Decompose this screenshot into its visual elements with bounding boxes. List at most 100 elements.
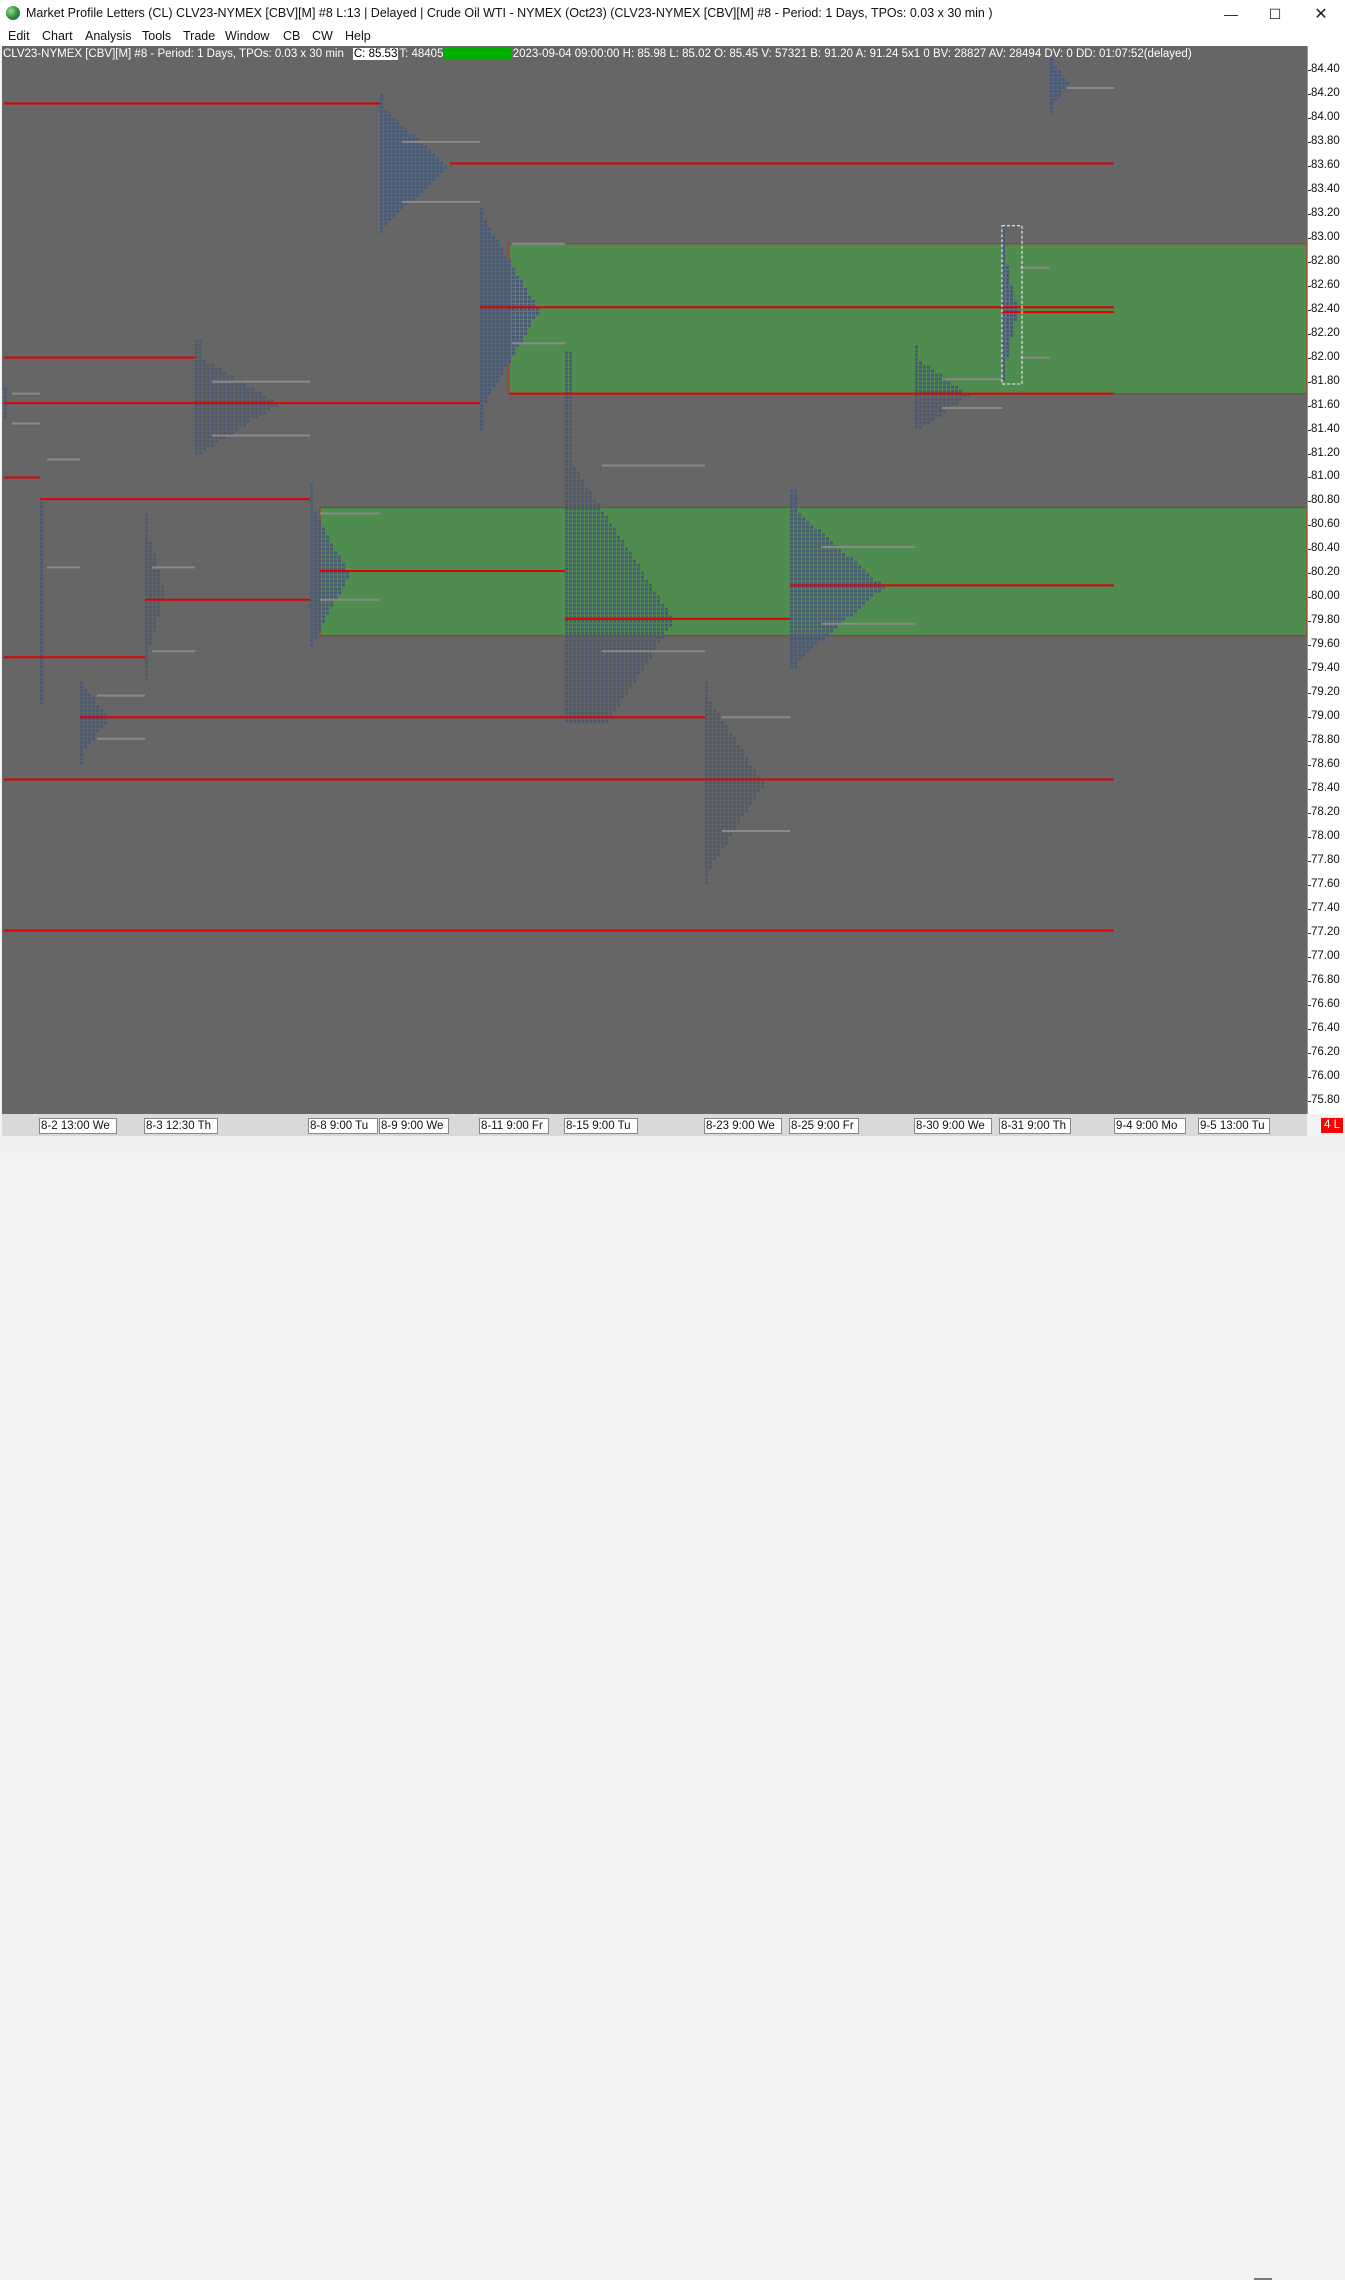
tpo-cell — [310, 543, 313, 547]
tpo-cell — [512, 299, 515, 303]
tpo-cell — [649, 603, 652, 607]
tpo-cell — [593, 591, 596, 595]
tpo-cell — [577, 575, 580, 579]
tpo-profile[interactable] — [195, 339, 278, 455]
minimize-icon[interactable]: — — [1208, 0, 1254, 28]
tpo-cell — [597, 671, 600, 675]
tpo-cell — [625, 603, 628, 607]
tpo-cell — [577, 711, 580, 715]
time-axis[interactable]: 8-2 13:00 We 8-3 12:30 Th 8-8 9:00 Tu 8-9 9… — [2, 1114, 1307, 1136]
tpo-cell — [400, 165, 403, 169]
tpo-cell — [569, 659, 572, 663]
tpo-cell — [923, 413, 926, 417]
tpo-cell — [593, 587, 596, 591]
tpo-cell — [577, 527, 580, 531]
tpo-cell — [935, 389, 938, 393]
tpo-cell — [512, 287, 515, 291]
tpo-profile[interactable] — [40, 501, 43, 705]
tpo-cell — [259, 407, 262, 411]
close-icon[interactable]: ✕ — [1298, 0, 1344, 28]
menu-cb[interactable]: CB — [283, 29, 300, 43]
tpo-cell — [569, 455, 572, 459]
tpo-cell — [721, 841, 724, 845]
tpo-cell — [605, 655, 608, 659]
menu-trade[interactable]: Trade — [183, 29, 215, 43]
tpo-cell — [412, 153, 415, 157]
tpo-cell — [520, 287, 523, 291]
tpo-profile[interactable] — [1050, 58, 1069, 114]
tpo-cell — [822, 629, 825, 633]
tpo-cell — [484, 335, 487, 339]
tpo-cell — [597, 511, 600, 515]
market-profile-chart[interactable] — [2, 46, 1307, 1114]
tpo-cell — [798, 525, 801, 529]
tpo-cell — [798, 577, 801, 581]
tpo-cell — [569, 519, 572, 523]
menu-edit[interactable]: Edit — [8, 29, 30, 43]
tpo-cell — [569, 411, 572, 415]
tpo-profile[interactable] — [145, 513, 164, 681]
tpo-cell — [601, 619, 604, 623]
tpo-cell — [589, 571, 592, 575]
tpo-cell — [322, 527, 325, 531]
tpo-cell — [569, 711, 572, 715]
menu-window[interactable]: Window — [225, 29, 269, 43]
price-label: 77.40 — [1311, 901, 1340, 914]
menu-tools[interactable]: Tools — [142, 29, 171, 43]
menu-help[interactable]: Help — [345, 29, 371, 43]
tpo-cell — [496, 379, 499, 383]
tpo-cell — [508, 267, 511, 271]
tpo-profile[interactable] — [705, 681, 764, 885]
tpo-cell — [721, 821, 724, 825]
tpo-cell — [195, 371, 198, 375]
tpo-cell — [705, 745, 708, 749]
tpo-cell — [753, 769, 756, 773]
tpo-cell — [496, 363, 499, 367]
tpo-cell — [709, 773, 712, 777]
tpo-cell — [484, 247, 487, 251]
tpo-cell — [428, 169, 431, 173]
menu-analysis[interactable]: Analysis — [85, 29, 132, 43]
tpo-cell — [581, 627, 584, 631]
tpo-cell — [589, 651, 592, 655]
chart-canvas[interactable] — [2, 46, 1307, 1114]
tpo-cell — [149, 561, 152, 565]
tpo-cell — [40, 685, 43, 689]
tpo-cell — [923, 409, 926, 413]
tpo-profile[interactable] — [80, 681, 107, 765]
menu-cw[interactable]: CW — [312, 29, 333, 43]
tpo-cell — [951, 385, 954, 389]
tpo-cell — [609, 579, 612, 583]
tpo-cell — [589, 675, 592, 679]
tpo-cell — [247, 395, 250, 399]
tpo-cell — [589, 595, 592, 599]
tpo-cell — [195, 355, 198, 359]
tpo-cell — [40, 661, 43, 665]
maximize-icon[interactable]: ☐ — [1252, 0, 1298, 28]
tpo-cell — [709, 793, 712, 797]
tpo-cell — [488, 287, 491, 291]
tpo-cell — [705, 837, 708, 841]
tpo-cell — [806, 521, 809, 525]
price-axis[interactable]: 84.40 84.20 84.00 83.80 83.60 83.40 83.20 83.00… — [1307, 46, 1345, 1114]
tpo-cell — [733, 749, 736, 753]
tpo-cell — [790, 665, 793, 669]
tpo-cell — [524, 331, 527, 335]
tpo-cell — [621, 639, 624, 643]
tpo-cell — [508, 351, 511, 355]
tpo-cell — [484, 367, 487, 371]
tpo-cell — [802, 553, 805, 557]
tpo-cell — [810, 617, 813, 621]
tpo-cell — [585, 607, 588, 611]
tpo-cell — [577, 679, 580, 683]
tpo-cell — [822, 613, 825, 617]
menu-chart[interactable]: Chart — [42, 29, 73, 43]
tpo-cell — [593, 515, 596, 519]
tpo-cell — [733, 757, 736, 761]
tpo-cell — [488, 387, 491, 391]
tpo-cell — [199, 407, 202, 411]
tpo-profile[interactable] — [380, 93, 447, 233]
tpo-cell — [420, 189, 423, 193]
tpo-cell — [609, 699, 612, 703]
tpo-cell — [380, 93, 383, 97]
